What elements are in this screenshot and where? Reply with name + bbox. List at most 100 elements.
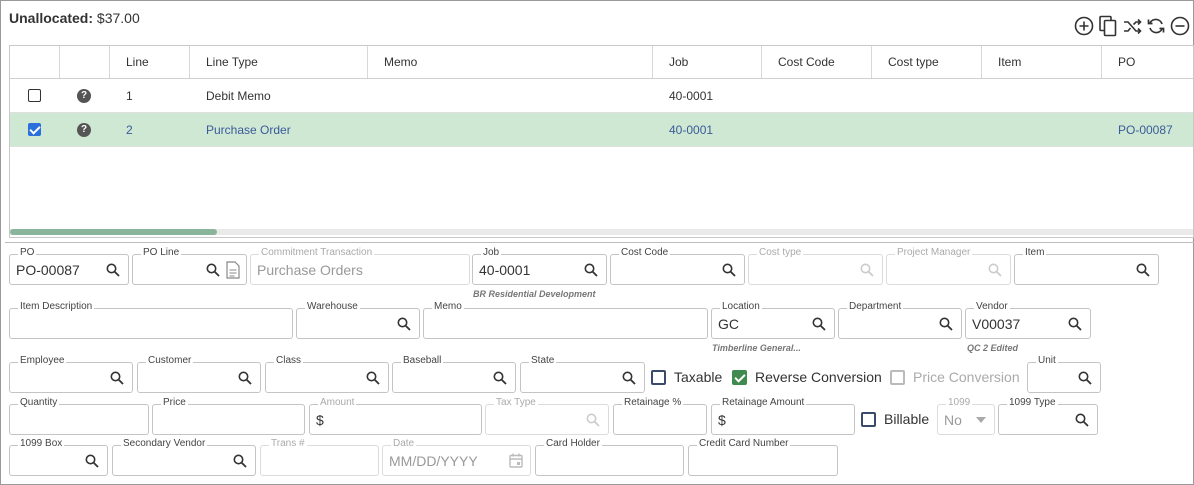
search-icon[interactable] bbox=[493, 371, 507, 385]
card-holder-field[interactable]: Card Holder bbox=[535, 438, 684, 476]
project-manager-field[interactable]: Project Manager bbox=[886, 247, 1011, 285]
employee-field[interactable]: Employee bbox=[9, 355, 133, 393]
search-icon[interactable] bbox=[85, 454, 99, 468]
search-icon[interactable] bbox=[1068, 317, 1082, 331]
add-line-button[interactable] bbox=[1072, 14, 1096, 38]
search-icon[interactable] bbox=[366, 371, 380, 385]
scrollbar-thumb[interactable] bbox=[10, 229, 217, 235]
1099-box-field[interactable]: 1099 Box bbox=[9, 438, 108, 476]
location-field[interactable]: Location GC bbox=[711, 301, 835, 339]
date-field[interactable]: Date MM/DD/YYYY bbox=[382, 438, 531, 476]
search-icon[interactable] bbox=[812, 317, 826, 331]
class-field[interactable]: Class bbox=[265, 355, 389, 393]
retainage-amount-field[interactable]: Retainage Amount $ bbox=[711, 397, 855, 435]
baseball-field[interactable]: Baseball bbox=[392, 355, 516, 393]
help-icon[interactable]: ? bbox=[77, 88, 91, 103]
search-icon[interactable] bbox=[397, 317, 411, 331]
row-memo bbox=[368, 79, 653, 112]
reverse-conversion-checkbox[interactable]: Reverse Conversion bbox=[732, 369, 882, 385]
po-value: PO-00087 bbox=[16, 262, 80, 278]
column-header-help[interactable] bbox=[60, 46, 110, 78]
row-item bbox=[982, 79, 1102, 112]
column-header-cost-type[interactable]: Cost type bbox=[872, 46, 982, 78]
search-icon[interactable] bbox=[106, 263, 120, 277]
cost-type-field[interactable]: Cost type bbox=[748, 247, 883, 285]
po-line-field[interactable]: PO Line bbox=[132, 247, 247, 285]
job-field[interactable]: Job 40-0001 bbox=[472, 247, 607, 285]
1099-type-field[interactable]: 1099 Type bbox=[998, 397, 1098, 435]
item-description-field[interactable]: Item Description bbox=[9, 301, 293, 339]
document-icon[interactable] bbox=[226, 261, 240, 279]
price-field[interactable]: Price bbox=[152, 397, 305, 435]
reverse-conversion-box[interactable] bbox=[732, 369, 747, 385]
refresh-button[interactable] bbox=[1144, 14, 1168, 38]
department-label: Department bbox=[847, 301, 904, 313]
credit-card-number-field[interactable]: Credit Card Number bbox=[688, 438, 838, 476]
column-header-memo[interactable]: Memo bbox=[368, 46, 653, 78]
row-memo bbox=[368, 113, 653, 146]
card-holder-label: Card Holder bbox=[544, 438, 602, 450]
1099-value: No bbox=[944, 412, 962, 428]
trans-no-field[interactable]: Trans # bbox=[260, 438, 379, 476]
search-icon[interactable] bbox=[722, 263, 736, 277]
1099-select[interactable]: 1099 No bbox=[937, 397, 995, 435]
po-field[interactable]: PO PO-00087 bbox=[9, 247, 129, 285]
split-line-button[interactable] bbox=[1120, 14, 1144, 38]
chevron-down-icon[interactable] bbox=[976, 417, 986, 423]
search-icon[interactable] bbox=[238, 371, 252, 385]
tax-type-field[interactable]: Tax Type bbox=[485, 397, 609, 435]
search-icon[interactable] bbox=[110, 371, 124, 385]
memo-field[interactable]: Memo bbox=[423, 301, 708, 339]
price-conversion-box[interactable] bbox=[890, 369, 905, 385]
cost-code-field[interactable]: Cost Code bbox=[610, 247, 745, 285]
commitment-transaction-field[interactable]: Commitment Transaction Purchase Orders bbox=[250, 247, 470, 285]
calendar-icon[interactable] bbox=[509, 453, 523, 468]
location-label: Location bbox=[720, 301, 762, 313]
unit-field[interactable]: Unit bbox=[1027, 355, 1101, 393]
column-header-line[interactable]: Line bbox=[110, 46, 190, 78]
item-field[interactable]: Item bbox=[1014, 247, 1159, 285]
amount-field[interactable]: Amount $ bbox=[309, 397, 482, 435]
table-row[interactable]: ? 2 Purchase Order 40-0001 PO-00087 bbox=[10, 113, 1193, 147]
horizontal-scrollbar[interactable] bbox=[10, 229, 1193, 235]
po-line-label: PO Line bbox=[141, 247, 182, 259]
search-icon[interactable] bbox=[622, 371, 636, 385]
price-conversion-checkbox[interactable]: Price Conversion bbox=[890, 369, 1020, 385]
row-line: 1 bbox=[126, 88, 133, 103]
search-icon[interactable] bbox=[1078, 371, 1092, 385]
column-header-cost-code[interactable]: Cost Code bbox=[762, 46, 872, 78]
column-header-po[interactable]: PO bbox=[1102, 46, 1193, 78]
table-row[interactable]: ? 1 Debit Memo 40-0001 bbox=[10, 79, 1193, 113]
column-header-select[interactable] bbox=[10, 46, 60, 78]
search-icon[interactable] bbox=[206, 263, 220, 277]
job-hint: BR Residential Development bbox=[473, 289, 596, 299]
copy-line-button[interactable] bbox=[1096, 14, 1120, 38]
taxable-box[interactable] bbox=[651, 369, 666, 385]
help-icon[interactable]: ? bbox=[77, 122, 91, 137]
remove-line-button[interactable] bbox=[1168, 14, 1192, 38]
unallocated-label: Unallocated: bbox=[9, 10, 94, 26]
retainage-pct-field[interactable]: Retainage % bbox=[613, 397, 707, 435]
billable-checkbox[interactable]: Billable bbox=[861, 411, 929, 427]
column-header-job[interactable]: Job bbox=[653, 46, 762, 78]
column-header-line-type[interactable]: Line Type bbox=[190, 46, 368, 78]
department-field[interactable]: Department bbox=[838, 301, 962, 339]
search-icon[interactable] bbox=[1136, 263, 1150, 277]
search-icon[interactable] bbox=[939, 317, 953, 331]
search-icon[interactable] bbox=[1075, 413, 1089, 427]
billable-box[interactable] bbox=[861, 411, 876, 427]
customer-field[interactable]: Customer bbox=[137, 355, 261, 393]
taxable-checkbox[interactable]: Taxable bbox=[651, 369, 722, 385]
vendor-field[interactable]: Vendor V00037 bbox=[965, 301, 1091, 339]
search-icon[interactable] bbox=[584, 263, 598, 277]
secondary-vendor-field[interactable]: Secondary Vendor bbox=[112, 438, 256, 476]
warehouse-field[interactable]: Warehouse bbox=[296, 301, 420, 339]
memo-label: Memo bbox=[432, 301, 464, 313]
state-field[interactable]: State bbox=[520, 355, 645, 393]
quantity-field[interactable]: Quantity bbox=[9, 397, 149, 435]
search-icon[interactable] bbox=[233, 454, 247, 468]
column-header-item[interactable]: Item bbox=[982, 46, 1102, 78]
row-checkbox[interactable] bbox=[28, 89, 41, 102]
row-checkbox[interactable] bbox=[28, 123, 41, 136]
add-circle-icon bbox=[1074, 16, 1094, 36]
